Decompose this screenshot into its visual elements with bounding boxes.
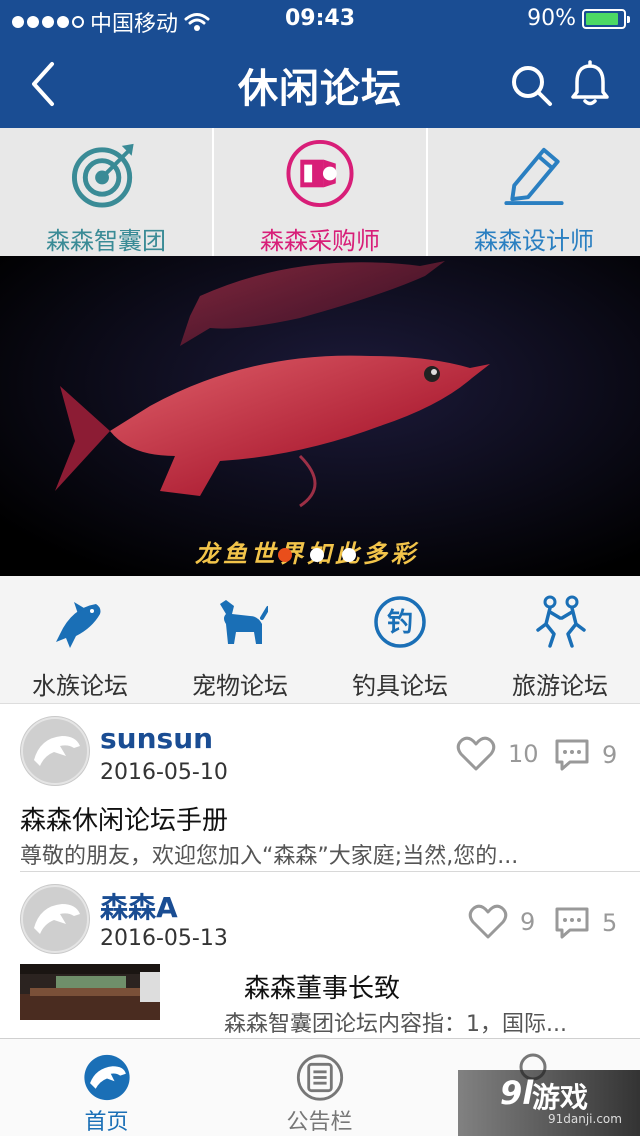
post-excerpt: 森森智囊团论坛内容指：1，国际... (224, 1012, 567, 1037)
category-label: 森森采购师 (260, 227, 380, 255)
comment-icon (555, 907, 589, 939)
post-date: 2016-05-10 (100, 760, 228, 785)
post-title[interactable]: 森森休闲论坛手册 (20, 800, 228, 837)
post-author[interactable]: 森森A (100, 886, 178, 926)
forum-pet[interactable]: 宠物论坛 (160, 576, 320, 703)
category-label: 森森设计师 (474, 227, 594, 255)
nav-bar: 休闲论坛 (0, 40, 640, 128)
forum-aquarium[interactable]: 水族论坛 (0, 576, 160, 703)
bell-icon[interactable] (568, 60, 612, 108)
forum-row: 水族论坛 宠物论坛 钓 钓具论坛 旅游论坛 (0, 576, 640, 704)
forum-fishing[interactable]: 钓 钓具论坛 (320, 576, 480, 703)
battery-icon (582, 8, 630, 29)
top-header: 中国移动 09:43 90% 休闲论坛 (0, 0, 640, 128)
category-buyer[interactable]: 森森采购师 (214, 128, 428, 256)
pager-dot[interactable] (278, 548, 292, 562)
battery-indicator: 90% (527, 6, 630, 31)
like-count-value: 10 (508, 740, 539, 768)
comment-count[interactable]: 9 (554, 738, 617, 772)
fish-icon (56, 602, 101, 648)
banner-carousel[interactable]: 龙鱼世界如此多彩 (0, 256, 640, 576)
forum-label: 旅游论坛 (512, 672, 608, 700)
comment-count[interactable]: 5 (554, 906, 617, 940)
forum-label: 宠物论坛 (192, 672, 288, 700)
post-title[interactable]: 森森董事长致 (244, 968, 400, 1005)
watermark-logo: 9l (500, 1074, 534, 1112)
dog-icon (220, 600, 268, 644)
site-watermark: 9l 游戏 91danji.com (458, 1070, 640, 1136)
tab-label: 公告栏 (286, 1110, 353, 1135)
home-dolphin-icon (83, 1054, 130, 1101)
camera-icon (286, 139, 354, 208)
avatar[interactable] (20, 884, 90, 954)
heart-icon (468, 904, 508, 939)
post-excerpt: 尊敬的朋友，欢迎您加入“森森”大家庭;当然,您的... (20, 844, 519, 869)
battery-percent: 90% (527, 6, 576, 31)
dolphin-avatar-icon (21, 717, 89, 785)
fishing-glyph: 钓 (387, 608, 413, 638)
search-icon[interactable] (508, 62, 554, 108)
category-designer[interactable]: 森森设计师 (428, 128, 640, 256)
category-row: 森森智囊团 森森采购师 森森设计师 (0, 128, 640, 256)
like-count[interactable]: 9 (468, 904, 535, 940)
forum-label: 钓具论坛 (352, 672, 448, 700)
list-item[interactable]: sunsun 2016-05-10 10 9 森森休闲论坛手册 尊敬的朋友，欢迎… (0, 704, 640, 872)
heart-icon (456, 736, 496, 771)
like-count-value: 9 (520, 908, 536, 936)
travel-icon (536, 595, 586, 648)
pencil-icon (504, 147, 564, 206)
tab-home[interactable]: 首页 (0, 1039, 213, 1136)
post-thumbnail[interactable] (20, 964, 160, 1020)
list-item[interactable]: 森森A 2016-05-13 9 5 森森董事长致 森森智囊团论坛内容指：1，国… (0, 872, 640, 1038)
app-screen: 中国移动 09:43 90% 休闲论坛 森森智囊团 森森采购师 森森设计师 龙鱼… (0, 0, 640, 1136)
pager-dot[interactable] (342, 548, 356, 562)
avatar[interactable] (20, 716, 90, 786)
tab-notice-board[interactable]: 公告栏 (213, 1039, 426, 1136)
comment-icon (555, 739, 589, 771)
post-author[interactable]: sunsun (100, 722, 213, 755)
fishing-icon: 钓 (374, 596, 426, 648)
category-label: 森森智囊团 (46, 227, 166, 255)
category-think-tank[interactable]: 森森智囊团 (0, 128, 214, 256)
notice-list-icon (296, 1054, 343, 1101)
comment-count-value: 5 (602, 909, 618, 937)
comment-count-value: 9 (602, 741, 618, 769)
target-icon (71, 143, 134, 208)
battery-fill (586, 12, 619, 25)
forum-label: 水族论坛 (32, 672, 128, 700)
carousel-pager[interactable] (278, 548, 356, 562)
status-bar: 中国移动 09:43 90% (0, 0, 640, 40)
watermark-url: 91danji.com (548, 1112, 622, 1126)
forum-travel[interactable]: 旅游论坛 (480, 576, 640, 703)
like-count[interactable]: 10 (456, 736, 539, 772)
arowana-fish-image (0, 256, 640, 576)
tab-label: 首页 (84, 1110, 129, 1135)
watermark-text: 游戏 (532, 1081, 589, 1114)
pager-dot[interactable] (310, 548, 324, 562)
post-date: 2016-05-13 (100, 926, 228, 951)
dolphin-avatar-icon (21, 885, 89, 953)
